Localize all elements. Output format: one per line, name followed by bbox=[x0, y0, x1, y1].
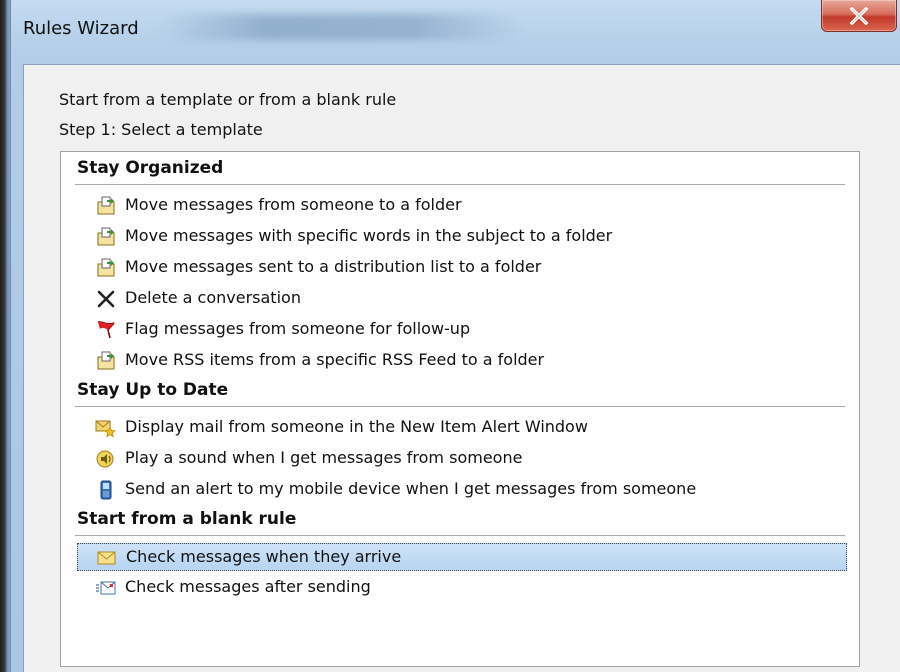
template-label: Move messages with specific words in the… bbox=[125, 226, 613, 245]
template-delete-conversation[interactable]: Delete a conversation bbox=[77, 285, 847, 313]
template-check-after-sending[interactable]: Check messages after sending bbox=[77, 574, 847, 602]
template-label: Check messages when they arrive bbox=[126, 547, 402, 566]
template-move-from-someone[interactable]: Move messages from someone to a folder bbox=[77, 192, 847, 220]
group-header-stay-up-to-date: Stay Up to Date bbox=[77, 380, 229, 400]
template-label: Play a sound when I get messages from so… bbox=[125, 448, 523, 467]
template-label: Send an alert to my mobile device when I… bbox=[125, 479, 697, 498]
template-list[interactable]: Stay Organized Move messages from someon… bbox=[60, 151, 860, 667]
intro-text: Start from a template or from a blank ru… bbox=[59, 90, 397, 109]
group-divider bbox=[75, 535, 845, 536]
speaker-icon bbox=[95, 449, 117, 469]
template-play-sound[interactable]: Play a sound when I get messages from so… bbox=[77, 445, 847, 473]
template-label: Move RSS items from a specific RSS Feed … bbox=[125, 350, 545, 369]
rules-wizard-window: Rules Wizard Start from a template or fr… bbox=[10, 0, 900, 672]
flag-icon bbox=[95, 320, 117, 340]
move-to-folder-icon bbox=[95, 258, 117, 278]
wizard-client-area: Start from a template or from a blank ru… bbox=[23, 64, 900, 672]
close-button[interactable] bbox=[821, 0, 897, 32]
title-bar[interactable]: Rules Wizard bbox=[11, 0, 900, 56]
sent-mail-icon bbox=[95, 578, 117, 598]
template-label: Display mail from someone in the New Ite… bbox=[125, 417, 588, 436]
group-header-blank-rule: Start from a blank rule bbox=[77, 509, 297, 529]
template-check-on-arrive[interactable]: Check messages when they arrive bbox=[77, 543, 847, 571]
template-label: Check messages after sending bbox=[125, 577, 371, 596]
template-label: Flag messages from someone for follow-up bbox=[125, 319, 471, 338]
move-to-folder-icon bbox=[95, 351, 117, 371]
template-mobile-alert[interactable]: Send an alert to my mobile device when I… bbox=[77, 476, 847, 504]
template-flag-follow-up[interactable]: Flag messages from someone for follow-up bbox=[77, 316, 847, 344]
template-move-with-words[interactable]: Move messages with specific words in the… bbox=[77, 223, 847, 251]
template-label: Move messages sent to a distribution lis… bbox=[125, 257, 542, 276]
group-divider bbox=[75, 406, 845, 407]
template-new-item-alert[interactable]: Display mail from someone in the New Ite… bbox=[77, 414, 847, 442]
new-item-alert-icon bbox=[95, 418, 117, 438]
template-label: Delete a conversation bbox=[125, 288, 301, 307]
move-to-folder-icon bbox=[95, 227, 117, 247]
group-header-stay-organized: Stay Organized bbox=[77, 158, 224, 178]
group-divider bbox=[75, 184, 845, 185]
move-to-folder-icon bbox=[95, 196, 117, 216]
step-label: Step 1: Select a template bbox=[59, 120, 263, 139]
delete-x-icon bbox=[95, 289, 117, 309]
close-icon bbox=[849, 6, 869, 25]
template-label: Move messages from someone to a folder bbox=[125, 195, 462, 214]
title-bar-blur bbox=[161, 14, 521, 40]
envelope-icon bbox=[96, 548, 118, 568]
template-move-rss[interactable]: Move RSS items from a specific RSS Feed … bbox=[77, 347, 847, 375]
template-move-distribution-list[interactable]: Move messages sent to a distribution lis… bbox=[77, 254, 847, 282]
window-title: Rules Wizard bbox=[23, 18, 139, 39]
mobile-device-icon bbox=[95, 480, 117, 500]
